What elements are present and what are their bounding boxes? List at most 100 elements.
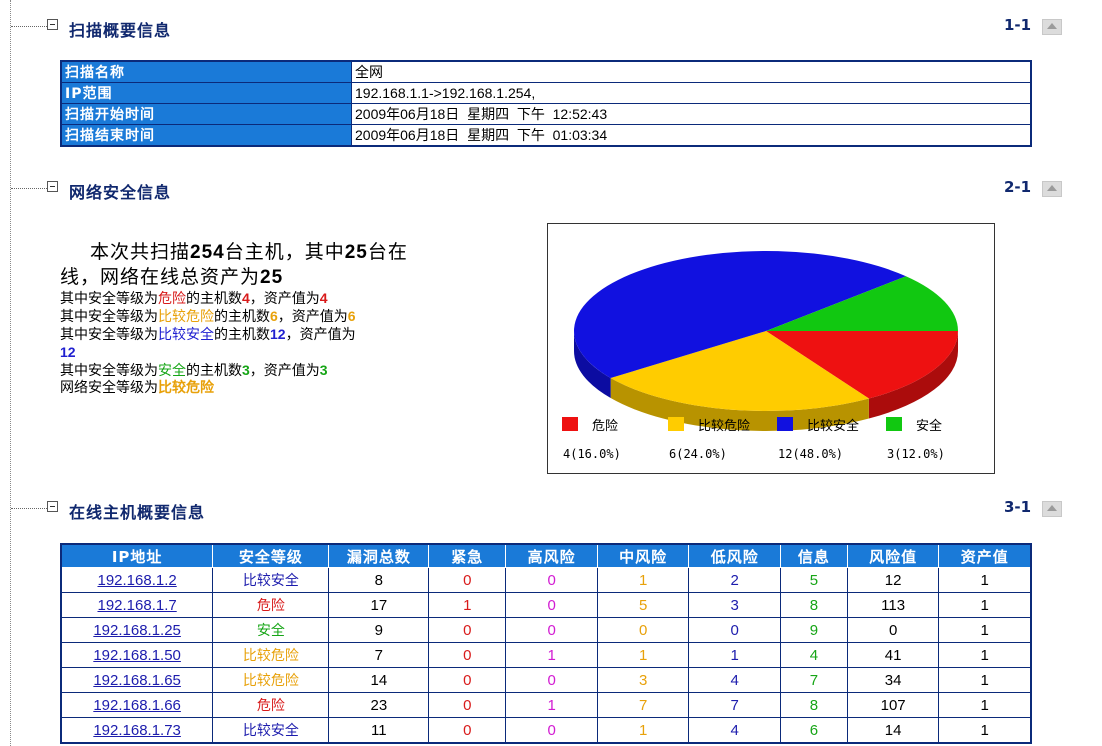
column-header[interactable]: IP地址 <box>60 543 214 568</box>
level-label: 安全 <box>158 363 186 379</box>
scan-info-row: 扫描开始时间 2009年06月18日 星期四 下午 12:52:43 <box>60 103 1032 125</box>
vuln-total-cell: 17 <box>328 592 430 618</box>
collapse-toggle-icon[interactable] <box>47 19 58 30</box>
column-header[interactable]: 高风险 <box>505 543 598 568</box>
scan-info-row: IP范围 192.168.1.1->192.168.1.254, <box>60 82 1032 104</box>
asset-value: 3 <box>319 362 328 378</box>
summary-text: 的主机数 <box>186 363 242 379</box>
online-hosts-table: IP地址 安全等级 漏洞总数 紧急 高风险 中风险 低风险 信息 风险值 资产值… <box>60 543 1032 744</box>
risk-value-cell: 12 <box>846 567 940 593</box>
host-ip-link[interactable]: 192.168.1.65 <box>93 672 181 689</box>
summary-text: 台主机，其中 <box>224 241 345 263</box>
summary-text: 其中安全等级为 <box>60 291 158 307</box>
asset-value: 4 <box>319 290 328 306</box>
info-cell: 7 <box>780 667 848 693</box>
column-header[interactable]: 中风险 <box>596 543 690 568</box>
scan-info-label: IP范围 <box>60 82 352 104</box>
urgent-cell: 0 <box>428 667 507 693</box>
host-count: 4 <box>242 290 250 306</box>
mid-risk-cell: 1 <box>596 567 690 593</box>
scan-info-label: 扫描开始时间 <box>60 103 352 125</box>
security-pie-chart: 危险 4(16.0%) 比较危险 6(24.0%) 比较安全 12(48.0%) 安全 3(1… <box>547 223 995 474</box>
low-risk-cell: 0 <box>688 617 781 643</box>
table-row: 192.168.1.2 比较安全 8 0 0 1 2 5 12 1 <box>60 567 1032 593</box>
level-row-fairly-dangerous: 其中安全等级为比较危险的主机数6，资产值为6 <box>60 308 480 326</box>
column-header[interactable]: 资产值 <box>938 543 1032 568</box>
high-risk-cell: 0 <box>505 667 598 693</box>
data-label: 4(16.0%) <box>563 447 621 461</box>
mid-risk-cell: 3 <box>596 667 690 693</box>
urgent-cell: 0 <box>428 717 507 744</box>
host-count: 12 <box>270 326 286 342</box>
pie-chart-svg: 危险 4(16.0%) 比较危险 6(24.0%) 比较安全 12(48.0%) 安全 3(1… <box>562 250 958 461</box>
asset-value-cell: 1 <box>938 717 1032 744</box>
host-ip-link[interactable]: 192.168.1.73 <box>93 722 181 739</box>
scroll-top-icon[interactable] <box>1042 19 1062 35</box>
scan-info-value: 全网 <box>351 60 1032 83</box>
legend-swatch <box>668 417 684 431</box>
column-header[interactable]: 信息 <box>780 543 848 568</box>
data-label: 3(12.0%) <box>887 447 945 461</box>
column-header[interactable]: 漏洞总数 <box>328 543 430 568</box>
risk-value-cell: 34 <box>846 667 940 693</box>
mid-risk-cell: 7 <box>596 692 690 718</box>
scan-info-row: 扫描结束时间 2009年06月18日 星期四 下午 01:03:34 <box>60 124 1032 147</box>
section-header-network-security: 网络安全信息 2-1 <box>11 178 1091 202</box>
level-row-danger: 其中安全等级为危险的主机数4，资产值为4 <box>60 290 480 308</box>
urgent-cell: 0 <box>428 617 507 643</box>
total-assets: 25 <box>260 267 284 288</box>
low-risk-cell: 2 <box>688 567 781 593</box>
column-header[interactable]: 低风险 <box>688 543 781 568</box>
host-ip-link[interactable]: 192.168.1.7 <box>97 597 176 614</box>
host-ip-link[interactable]: 192.168.1.25 <box>93 622 181 639</box>
data-label: 12(48.0%) <box>778 447 843 461</box>
level-label: 比较安全 <box>158 327 214 343</box>
legend-label: 安全 <box>916 418 942 434</box>
vuln-total-cell: 7 <box>328 642 430 668</box>
urgent-cell: 0 <box>428 642 507 668</box>
summary-line-2: 线，网络在线总资产为25 <box>60 265 480 290</box>
risk-value-cell: 113 <box>846 592 940 618</box>
summary-text: ，资产值为 <box>285 327 356 343</box>
column-header[interactable]: 风险值 <box>846 543 940 568</box>
summary-text: 台在 <box>367 241 408 263</box>
high-risk-cell: 0 <box>505 717 598 744</box>
collapse-toggle-icon[interactable] <box>47 501 58 512</box>
asset-value-cell: 1 <box>938 692 1032 718</box>
summary-text: 其中安全等级为 <box>60 309 158 325</box>
urgent-cell: 0 <box>428 567 507 593</box>
risk-value-cell: 14 <box>846 717 940 744</box>
host-ip-link[interactable]: 192.168.1.2 <box>97 572 176 589</box>
legend-swatch <box>562 417 578 431</box>
section-number: 2-1 <box>1004 178 1032 196</box>
column-header[interactable]: 安全等级 <box>212 543 330 568</box>
legend-label: 比较危险 <box>698 419 750 434</box>
summary-text: 本次共扫描 <box>90 241 191 263</box>
table-header-row: IP地址 安全等级 漏洞总数 紧急 高风险 中风险 低风险 信息 风险值 资产值 <box>60 543 1032 568</box>
host-ip-link[interactable]: 192.168.1.66 <box>93 697 181 714</box>
summary-text: 其中安全等级为 <box>60 327 158 343</box>
level-row-safe: 其中安全等级为安全的主机数3，资产值为3 <box>60 362 480 380</box>
table-row: 192.168.1.66 危险 23 0 1 7 7 8 107 1 <box>60 692 1032 718</box>
host-ip-link[interactable]: 192.168.1.50 <box>93 647 181 664</box>
summary-text: ，资产值为 <box>249 291 320 307</box>
summary-text: ，资产值为 <box>277 309 348 325</box>
hosts-table-body: 192.168.1.2 比较安全 8 0 0 1 2 5 12 1 192.168.1.7 危险 17 1… <box>60 567 1032 744</box>
scroll-top-icon[interactable] <box>1042 501 1062 517</box>
host-count: 3 <box>242 362 250 378</box>
section-title: 网络安全信息 <box>69 183 172 202</box>
urgent-cell: 0 <box>428 692 507 718</box>
urgent-cell: 1 <box>428 592 507 618</box>
online-hosts: 25 <box>344 242 368 263</box>
risk-value-cell: 0 <box>846 617 940 643</box>
column-header[interactable]: 紧急 <box>428 543 507 568</box>
legend-swatch <box>886 417 902 431</box>
data-label: 6(24.0%) <box>669 447 727 461</box>
risk-value-cell: 41 <box>846 642 940 668</box>
collapse-toggle-icon[interactable] <box>47 181 58 192</box>
host-count: 6 <box>270 308 278 324</box>
asset-value-cell: 1 <box>938 642 1032 668</box>
ip-cell: 192.168.1.7 <box>60 592 214 618</box>
vuln-total-cell: 23 <box>328 692 430 718</box>
scroll-top-icon[interactable] <box>1042 181 1062 197</box>
